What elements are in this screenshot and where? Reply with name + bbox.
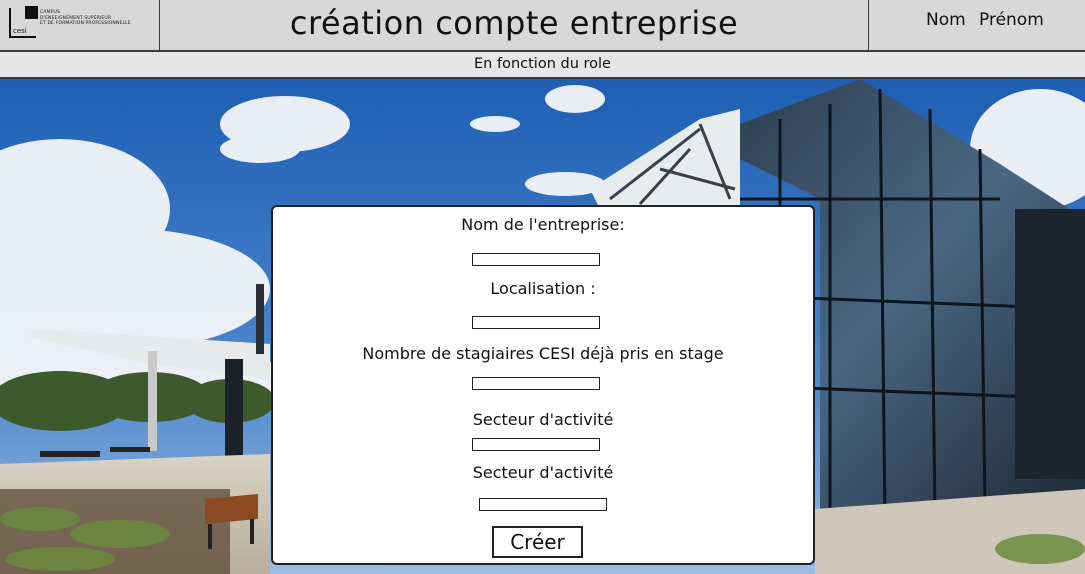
sector-label: Secteur d'activité bbox=[472, 410, 614, 429]
logo-line: ET DE FORMATION PROFESSIONNELLE bbox=[40, 21, 131, 26]
location-label: Localisation : bbox=[490, 279, 596, 298]
user-info[interactable]: Nom Prénom bbox=[868, 0, 1085, 50]
sector-input[interactable] bbox=[472, 438, 600, 451]
interns-count-input[interactable] bbox=[472, 377, 600, 390]
role-banner: En fonction du role bbox=[0, 52, 1085, 79]
company-name-input[interactable] bbox=[472, 253, 600, 266]
company-name-label: Nom de l'entreprise: bbox=[461, 215, 625, 234]
sector-input-2[interactable] bbox=[479, 498, 607, 511]
location-input[interactable] bbox=[472, 316, 600, 329]
cesi-logo-icon: cesi bbox=[9, 6, 38, 38]
company-form-card: Nom de l'entreprise: Localisation : Nomb… bbox=[271, 205, 815, 565]
logo-brand: cesi bbox=[13, 27, 27, 35]
logo[interactable]: cesi CAMPUS D'ENSEIGNEMENT SUPÉRIEUR ET … bbox=[0, 0, 160, 50]
user-first-name: Prénom bbox=[979, 10, 1044, 30]
create-button[interactable]: Créer bbox=[492, 526, 583, 558]
page-title: création compte entreprise bbox=[289, 4, 739, 42]
user-last-name: Nom bbox=[926, 10, 966, 30]
logo-text: CAMPUS D'ENSEIGNEMENT SUPÉRIEUR ET DE FO… bbox=[40, 10, 158, 27]
sector-label-2: Secteur d'activité bbox=[472, 463, 614, 482]
interns-count-label: Nombre de stagiaires CESI déjà pris en s… bbox=[362, 344, 724, 363]
top-header: cesi CAMPUS D'ENSEIGNEMENT SUPÉRIEUR ET … bbox=[0, 0, 1085, 52]
